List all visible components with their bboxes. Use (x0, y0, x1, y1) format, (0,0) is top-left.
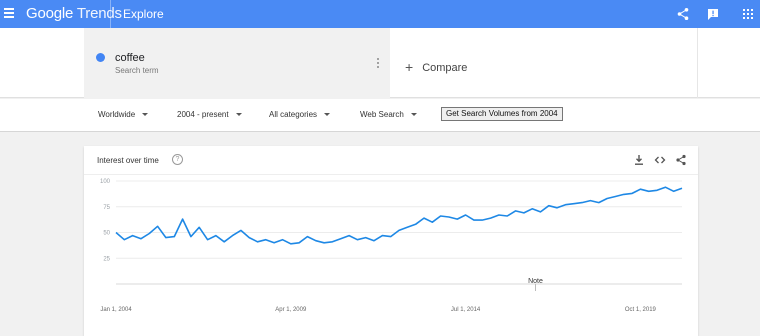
region-label: Worldwide (98, 110, 136, 119)
embed-icon[interactable] (654, 154, 666, 166)
x-tick-label: Oct 1, 2019 (625, 307, 657, 313)
x-tick-label: Jul 1, 2014 (451, 307, 481, 313)
more-vert-icon[interactable] (377, 58, 380, 70)
share-icon[interactable] (675, 154, 687, 166)
interest-chart: 25 50 75 100 Jan 1, 2004 Apr 1, 2009 Jul 1, 20… (84, 175, 698, 336)
time-label: 2004 - present (177, 110, 229, 119)
category-label: All categories (269, 110, 318, 119)
feedback-icon[interactable] (706, 7, 720, 21)
y-tick-label: 25 (103, 256, 110, 262)
dropdown-arrow-icon (324, 113, 331, 116)
brand-logo[interactable]: Google Trends (26, 5, 122, 22)
dropdown-arrow-icon (142, 113, 149, 116)
header-divider (110, 0, 111, 28)
help-icon[interactable]: ? (172, 154, 183, 165)
dropdown-arrow-icon (235, 113, 242, 116)
apps-icon[interactable] (741, 7, 755, 21)
x-tick-label: Jan 1, 2004 (100, 307, 132, 313)
card-header: Interest over time ? (84, 146, 698, 175)
dropdown-arrow-icon (410, 113, 417, 116)
time-filter[interactable]: 2004 - present (177, 110, 242, 119)
region-filter[interactable]: Worldwide (98, 110, 149, 119)
interest-over-time-chart: 25 50 75 100 Jan 1, 2004 Apr 1, 2009 Jul 1, 20… (100, 179, 683, 313)
compare-label: Compare (422, 62, 468, 74)
card-title: Interest over time (97, 156, 159, 165)
download-icon[interactable] (633, 154, 645, 166)
note-label: Note (528, 278, 543, 285)
search-term-subtitle: Search term (115, 66, 159, 75)
brand-trends: Trends (76, 5, 122, 22)
search-type-filter[interactable]: Web Search (360, 110, 417, 119)
get-search-volumes-button[interactable]: Get Search Volumes from 2004 (441, 107, 563, 121)
search-terms-bar: coffee Search term + Compare (0, 28, 760, 98)
share-icon[interactable] (676, 7, 690, 21)
category-filter[interactable]: All categories (269, 110, 331, 119)
filter-bar: Worldwide 2004 - present All categories … (0, 99, 760, 132)
menu-icon[interactable] (4, 8, 14, 18)
search-type-label: Web Search (360, 110, 404, 119)
search-term-name[interactable]: coffee (115, 52, 145, 64)
compare-button[interactable]: + Compare (405, 58, 468, 75)
series-color-dot (96, 53, 105, 62)
brand-google: Google (26, 5, 74, 22)
series-line-coffee (115, 186, 683, 245)
page-title: Explore (123, 7, 164, 21)
search-area-divider (697, 28, 698, 98)
y-tick-label: 100 (100, 179, 111, 185)
y-tick-label: 75 (103, 205, 110, 211)
interest-over-time-card: Interest over time ? 25 50 75 100 Jan 1, 200… (84, 146, 698, 336)
search-term-card[interactable]: coffee Search term (84, 28, 390, 98)
top-app-bar: Google Trends Explore (0, 0, 760, 28)
plus-icon: + (405, 59, 414, 75)
x-tick-label: Apr 1, 2009 (275, 307, 307, 313)
y-tick-label: 50 (103, 231, 110, 237)
